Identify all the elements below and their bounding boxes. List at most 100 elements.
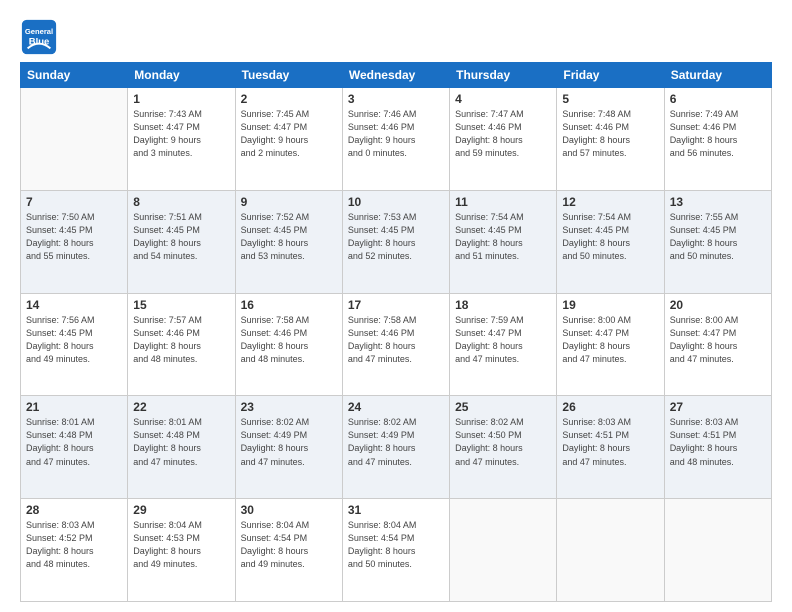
day-number: 16 <box>241 298 337 312</box>
day-number: 15 <box>133 298 229 312</box>
header: General Blue <box>20 18 772 56</box>
day-number: 6 <box>670 92 766 106</box>
day-info: Sunrise: 8:04 AM Sunset: 4:54 PM Dayligh… <box>241 519 337 571</box>
day-info: Sunrise: 7:54 AM Sunset: 4:45 PM Dayligh… <box>562 211 658 263</box>
day-cell-20: 20 Sunrise: 8:00 AM Sunset: 4:47 PM Dayli… <box>664 293 771 396</box>
day-cell-18: 18 Sunrise: 7:59 AM Sunset: 4:47 PM Dayli… <box>450 293 557 396</box>
day-cell-13: 13Sunrise: 7:55 AM Sunset: 4:45 PM Dayli… <box>664 190 771 293</box>
day-info: Sunrise: 7:59 AM Sunset: 4:47 PM Dayligh… <box>455 314 551 366</box>
page: General Blue SundayMondayTuesdayWednesda… <box>0 0 792 612</box>
day-number: 25 <box>455 400 551 414</box>
day-cell-3: 3 Sunrise: 7:46 AM Sunset: 4:46 PM Daylig… <box>342 88 449 191</box>
day-info: Sunrise: 8:03 AM Sunset: 4:51 PM Dayligh… <box>670 416 766 468</box>
day-number: 21 <box>26 400 122 414</box>
day-cell-12: 12 Sunrise: 7:54 AM Sunset: 4:45 PM Dayli… <box>557 190 664 293</box>
week-row-3: 14 Sunrise: 7:56 AM Sunset: 4:45 PM Dayli… <box>21 293 772 396</box>
day-info: Sunrise: 7:54 AM Sunset: 4:45 PM Dayligh… <box>455 211 551 263</box>
day-cell-14: 14 Sunrise: 7:56 AM Sunset: 4:45 PM Dayli… <box>21 293 128 396</box>
day-info: Sunrise: 7:50 AM Sunset: 4:45 PM Dayligh… <box>26 211 122 263</box>
weekday-friday: Friday <box>557 63 664 88</box>
day-info: Sunrise: 8:02 AM Sunset: 4:50 PM Dayligh… <box>455 416 551 468</box>
calendar-body: 1 Sunrise: 7:43 AM Sunset: 4:47 PM Daylig… <box>21 88 772 602</box>
weekday-thursday: Thursday <box>450 63 557 88</box>
day-number: 2 <box>241 92 337 106</box>
day-cell-31: 31Sunrise: 8:04 AM Sunset: 4:54 PM Dayli… <box>342 499 449 602</box>
day-number: 20 <box>670 298 766 312</box>
week-row-2: 7 Sunrise: 7:50 AM Sunset: 4:45 PM Daylig… <box>21 190 772 293</box>
empty-cell <box>664 499 771 602</box>
day-info: Sunrise: 8:04 AM Sunset: 4:53 PM Dayligh… <box>133 519 229 571</box>
day-info: Sunrise: 8:02 AM Sunset: 4:49 PM Dayligh… <box>241 416 337 468</box>
day-cell-26: 26 Sunrise: 8:03 AM Sunset: 4:51 PM Dayli… <box>557 396 664 499</box>
day-info: Sunrise: 7:47 AM Sunset: 4:46 PM Dayligh… <box>455 108 551 160</box>
day-cell-6: 6 Sunrise: 7:49 AM Sunset: 4:46 PM Daylig… <box>664 88 771 191</box>
day-info: Sunrise: 7:45 AM Sunset: 4:47 PM Dayligh… <box>241 108 337 160</box>
day-number: 10 <box>348 195 444 209</box>
day-info: Sunrise: 7:57 AM Sunset: 4:46 PM Dayligh… <box>133 314 229 366</box>
day-cell-23: 23 Sunrise: 8:02 AM Sunset: 4:49 PM Dayli… <box>235 396 342 499</box>
day-number: 29 <box>133 503 229 517</box>
day-number: 24 <box>348 400 444 414</box>
day-number: 11 <box>455 195 551 209</box>
day-info: Sunrise: 7:56 AM Sunset: 4:45 PM Dayligh… <box>26 314 122 366</box>
day-info: Sunrise: 7:49 AM Sunset: 4:46 PM Dayligh… <box>670 108 766 160</box>
day-cell-19: 19Sunrise: 8:00 AM Sunset: 4:47 PM Dayli… <box>557 293 664 396</box>
day-info: Sunrise: 8:03 AM Sunset: 4:51 PM Dayligh… <box>562 416 658 468</box>
day-cell-5: 5Sunrise: 7:48 AM Sunset: 4:46 PM Daylig… <box>557 88 664 191</box>
day-number: 4 <box>455 92 551 106</box>
day-info: Sunrise: 8:00 AM Sunset: 4:47 PM Dayligh… <box>670 314 766 366</box>
day-info: Sunrise: 7:52 AM Sunset: 4:45 PM Dayligh… <box>241 211 337 263</box>
day-number: 26 <box>562 400 658 414</box>
logo-icon: General Blue <box>20 18 58 56</box>
empty-cell <box>557 499 664 602</box>
day-info: Sunrise: 8:01 AM Sunset: 4:48 PM Dayligh… <box>26 416 122 468</box>
empty-cell <box>450 499 557 602</box>
day-number: 7 <box>26 195 122 209</box>
day-cell-10: 10 Sunrise: 7:53 AM Sunset: 4:45 PM Dayli… <box>342 190 449 293</box>
calendar-table: SundayMondayTuesdayWednesdayThursdayFrid… <box>20 62 772 602</box>
day-info: Sunrise: 7:48 AM Sunset: 4:46 PM Dayligh… <box>562 108 658 160</box>
day-cell-17: 17Sunrise: 7:58 AM Sunset: 4:46 PM Dayli… <box>342 293 449 396</box>
week-row-4: 21 Sunrise: 8:01 AM Sunset: 4:48 PM Dayli… <box>21 396 772 499</box>
logo: General Blue <box>20 18 58 56</box>
day-info: Sunrise: 7:55 AM Sunset: 4:45 PM Dayligh… <box>670 211 766 263</box>
day-number: 9 <box>241 195 337 209</box>
day-number: 18 <box>455 298 551 312</box>
day-info: Sunrise: 7:53 AM Sunset: 4:45 PM Dayligh… <box>348 211 444 263</box>
day-cell-11: 11 Sunrise: 7:54 AM Sunset: 4:45 PM Dayli… <box>450 190 557 293</box>
day-info: Sunrise: 8:00 AM Sunset: 4:47 PM Dayligh… <box>562 314 658 366</box>
day-cell-22: 22 Sunrise: 8:01 AM Sunset: 4:48 PM Dayli… <box>128 396 235 499</box>
day-cell-15: 15 Sunrise: 7:57 AM Sunset: 4:46 PM Dayli… <box>128 293 235 396</box>
weekday-tuesday: Tuesday <box>235 63 342 88</box>
day-number: 3 <box>348 92 444 106</box>
day-cell-29: 29 Sunrise: 8:04 AM Sunset: 4:53 PM Dayli… <box>128 499 235 602</box>
day-info: Sunrise: 7:43 AM Sunset: 4:47 PM Dayligh… <box>133 108 229 160</box>
day-cell-28: 28Sunrise: 8:03 AM Sunset: 4:52 PM Dayli… <box>21 499 128 602</box>
day-number: 1 <box>133 92 229 106</box>
day-info: Sunrise: 8:03 AM Sunset: 4:52 PM Dayligh… <box>26 519 122 571</box>
day-cell-24: 24 Sunrise: 8:02 AM Sunset: 4:49 PM Dayli… <box>342 396 449 499</box>
day-info: Sunrise: 7:46 AM Sunset: 4:46 PM Dayligh… <box>348 108 444 160</box>
day-number: 22 <box>133 400 229 414</box>
day-cell-27: 27Sunrise: 8:03 AM Sunset: 4:51 PM Dayli… <box>664 396 771 499</box>
day-number: 14 <box>26 298 122 312</box>
day-cell-21: 21 Sunrise: 8:01 AM Sunset: 4:48 PM Dayli… <box>21 396 128 499</box>
week-row-1: 1 Sunrise: 7:43 AM Sunset: 4:47 PM Daylig… <box>21 88 772 191</box>
svg-text:General: General <box>25 27 53 36</box>
day-number: 30 <box>241 503 337 517</box>
day-number: 8 <box>133 195 229 209</box>
day-number: 23 <box>241 400 337 414</box>
day-cell-25: 25 Sunrise: 8:02 AM Sunset: 4:50 PM Dayli… <box>450 396 557 499</box>
day-info: Sunrise: 8:02 AM Sunset: 4:49 PM Dayligh… <box>348 416 444 468</box>
weekday-saturday: Saturday <box>664 63 771 88</box>
day-number: 12 <box>562 195 658 209</box>
week-row-5: 28Sunrise: 8:03 AM Sunset: 4:52 PM Dayli… <box>21 499 772 602</box>
day-cell-1: 1 Sunrise: 7:43 AM Sunset: 4:47 PM Daylig… <box>128 88 235 191</box>
day-cell-9: 9 Sunrise: 7:52 AM Sunset: 4:45 PM Daylig… <box>235 190 342 293</box>
day-info: Sunrise: 8:01 AM Sunset: 4:48 PM Dayligh… <box>133 416 229 468</box>
weekday-wednesday: Wednesday <box>342 63 449 88</box>
day-cell-16: 16Sunrise: 7:58 AM Sunset: 4:46 PM Dayli… <box>235 293 342 396</box>
weekday-header-row: SundayMondayTuesdayWednesdayThursdayFrid… <box>21 63 772 88</box>
day-info: Sunrise: 8:04 AM Sunset: 4:54 PM Dayligh… <box>348 519 444 571</box>
day-cell-8: 8Sunrise: 7:51 AM Sunset: 4:45 PM Daylig… <box>128 190 235 293</box>
